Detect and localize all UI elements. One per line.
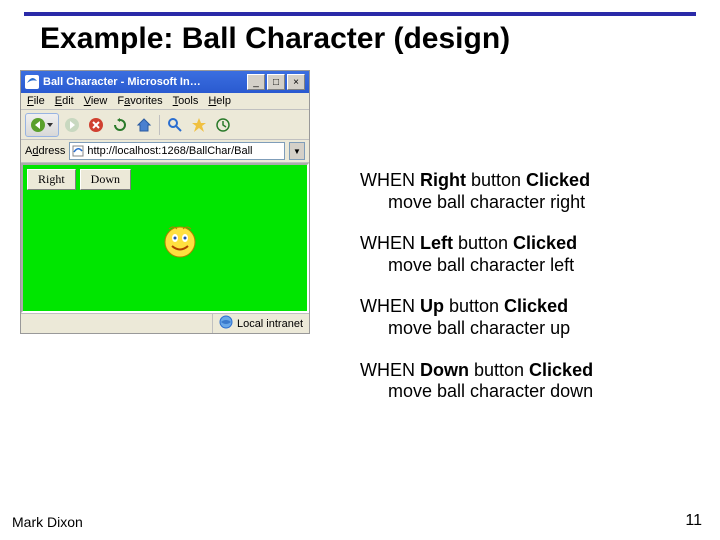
pseudo-block-up: WHEN Up button Clicked move ball charact… [360, 296, 593, 339]
pseudo-block-right: WHEN Right button Clicked move ball char… [360, 170, 593, 213]
history-button[interactable] [212, 114, 234, 136]
address-label: Address [25, 145, 65, 157]
ie-app-icon [25, 75, 39, 89]
slide-title: Example: Ball Character (design) [40, 22, 510, 56]
minimize-button[interactable]: _ [247, 74, 265, 90]
address-bar: Address ▼ [21, 140, 309, 163]
close-button[interactable]: × [287, 74, 305, 90]
down-button[interactable]: Down [80, 169, 131, 190]
zone-label: Local intranet [237, 318, 303, 330]
home-button[interactable] [133, 114, 155, 136]
menu-file[interactable]: File [27, 95, 45, 107]
address-dropdown[interactable]: ▼ [289, 142, 305, 160]
title-bar[interactable]: Ball Character - Microsoft In… _ □ × [21, 71, 309, 93]
page-number: 11 [685, 512, 702, 530]
forward-button[interactable] [61, 114, 83, 136]
menu-view[interactable]: View [84, 95, 108, 107]
browser-window: Ball Character - Microsoft In… _ □ × Fil… [20, 70, 310, 334]
right-button[interactable]: Right [27, 169, 76, 190]
back-button[interactable] [25, 113, 59, 137]
menu-favorites[interactable]: Favorites [117, 95, 162, 107]
status-bar: Local intranet [21, 313, 309, 333]
page-icon [72, 145, 84, 157]
search-button[interactable] [164, 114, 186, 136]
url-input[interactable] [87, 145, 282, 157]
maximize-button[interactable]: □ [267, 74, 285, 90]
favorites-button[interactable] [188, 114, 210, 136]
menu-bar: File Edit View Favorites Tools Help [21, 93, 309, 110]
address-box[interactable] [69, 142, 285, 160]
menu-edit[interactable]: Edit [55, 95, 74, 107]
pseudo-block-down: WHEN Down button Clicked move ball chara… [360, 360, 593, 403]
pseudocode: WHEN Right button Clicked move ball char… [360, 170, 593, 423]
page-content: Right Down [21, 163, 309, 313]
menu-tools[interactable]: Tools [173, 95, 199, 107]
pseudo-block-left: WHEN Left button Clicked move ball chara… [360, 233, 593, 276]
menu-help[interactable]: Help [208, 95, 231, 107]
window-title: Ball Character - Microsoft In… [43, 76, 247, 88]
toolbar-separator [159, 115, 160, 135]
toolbar [21, 110, 309, 140]
refresh-button[interactable] [109, 114, 131, 136]
author: Mark Dixon [12, 514, 83, 530]
header-rule [24, 12, 696, 16]
zone-icon [219, 315, 233, 332]
stop-button[interactable] [85, 114, 107, 136]
ball-character [163, 225, 197, 259]
